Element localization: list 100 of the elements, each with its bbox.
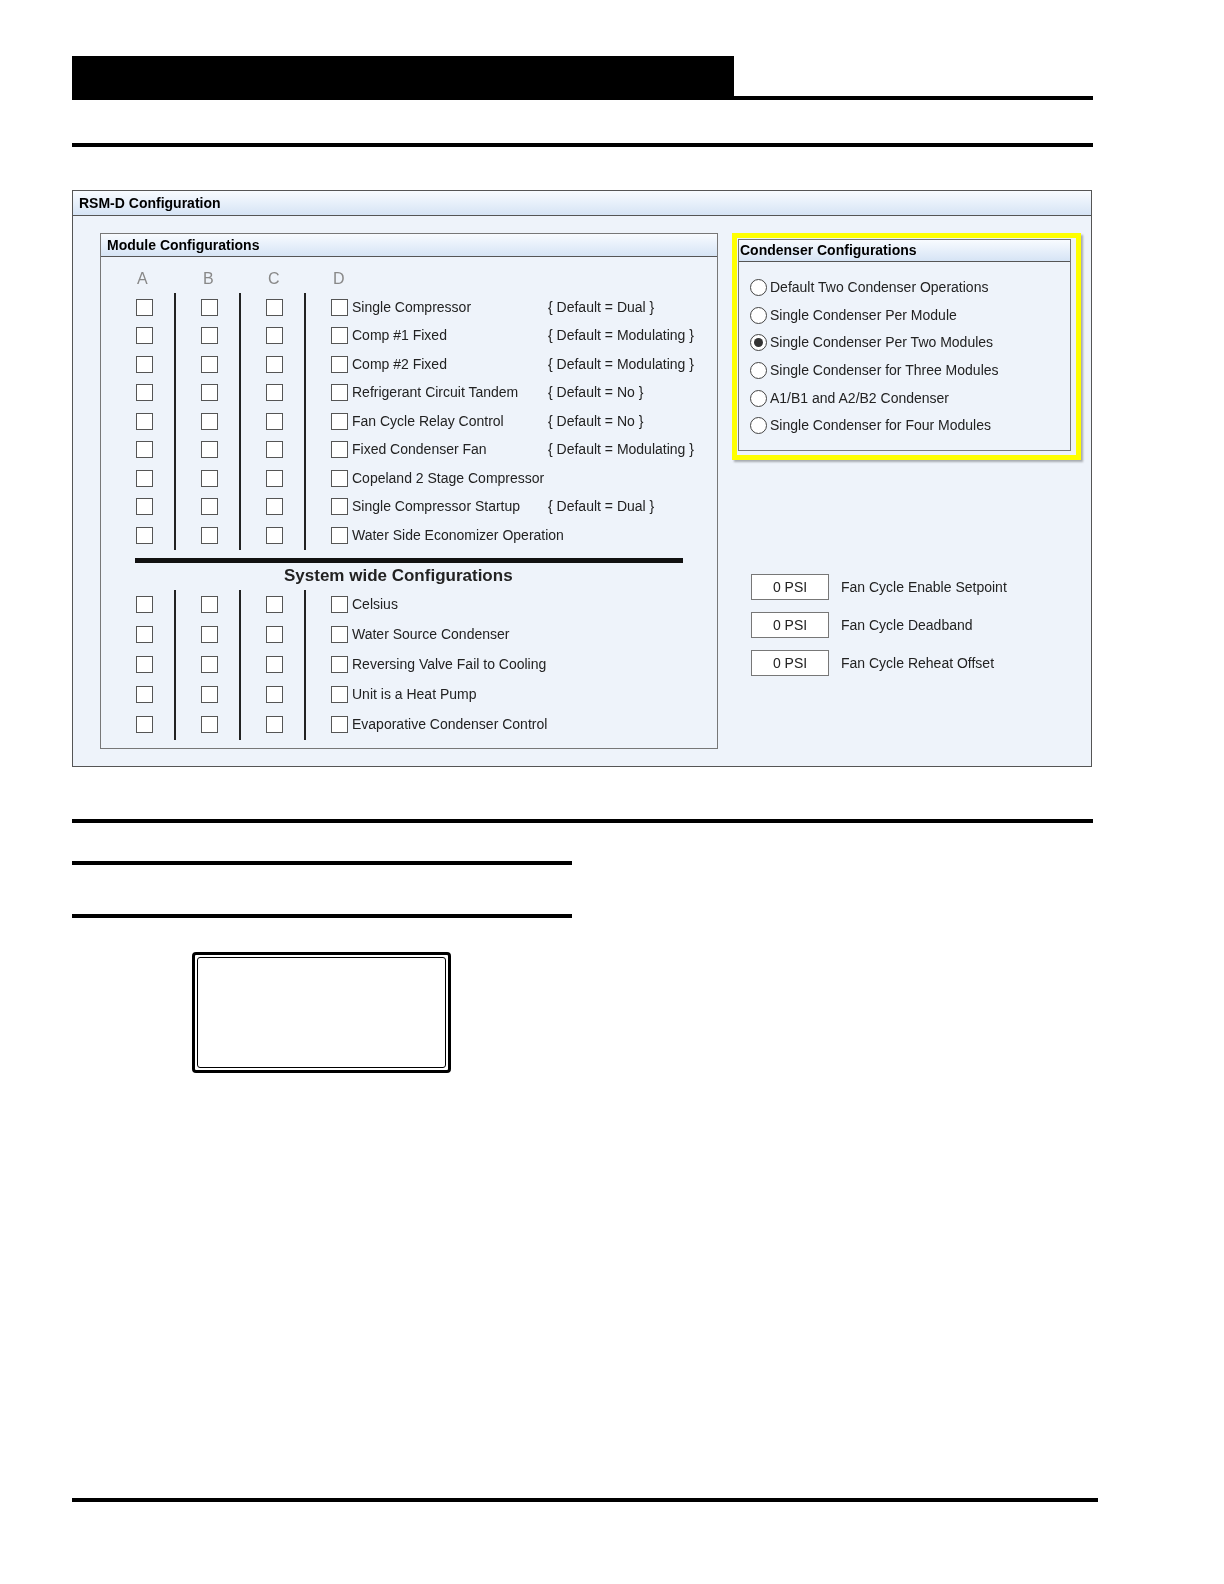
radio-button[interactable]	[750, 334, 767, 352]
default-note: { Default = Modulating }	[548, 326, 694, 346]
radio-option[interactable]: Single Condenser Per Module	[750, 301, 1070, 330]
panel-title: Condenser Configurations	[739, 240, 1070, 262]
checkbox[interactable]	[266, 656, 283, 673]
checkbox[interactable]	[201, 298, 218, 316]
checkbox[interactable]	[136, 716, 153, 733]
checkbox[interactable]	[331, 412, 348, 430]
option-label: Comp #2 Fixed	[352, 354, 448, 374]
checkbox[interactable]	[266, 384, 283, 402]
checkbox[interactable]	[136, 412, 153, 430]
option-label: Fan Cycle Relay Control	[352, 411, 505, 431]
option-label: Comp #1 Fixed	[352, 326, 448, 346]
checkbox[interactable]	[136, 498, 153, 516]
checkbox[interactable]	[136, 384, 153, 402]
checkbox[interactable]	[201, 716, 218, 733]
checkbox[interactable]	[201, 384, 218, 402]
checkbox[interactable]	[136, 441, 153, 459]
default-note: { Default = No }	[548, 411, 644, 431]
checkbox[interactable]	[136, 686, 153, 703]
checkbox[interactable]	[331, 656, 348, 673]
option-label: Evaporative Condenser Control	[352, 715, 548, 734]
checkbox[interactable]	[266, 526, 283, 544]
checkbox[interactable]	[331, 526, 348, 544]
radio-button[interactable]	[750, 389, 767, 407]
radio-option[interactable]: Single Condenser for Four Modules	[750, 411, 1070, 440]
radio-button[interactable]	[750, 279, 767, 297]
option-label: Water Source Condenser	[352, 625, 511, 644]
checkbox[interactable]	[136, 596, 153, 613]
checkbox[interactable]	[266, 327, 283, 345]
checkbox[interactable]	[331, 626, 348, 643]
checkbox[interactable]	[136, 327, 153, 345]
radio-option[interactable]: Single Condenser Per Two Modules	[750, 329, 1070, 357]
column-heading: A	[136, 269, 149, 289]
checkbox[interactable]	[266, 716, 283, 733]
option-label: Refrigerant Circuit Tandem	[352, 383, 520, 403]
checkbox[interactable]	[201, 327, 218, 345]
option-label: Single Compressor	[352, 297, 473, 317]
column-heading: C	[267, 269, 281, 289]
checkbox[interactable]	[331, 355, 348, 373]
checkbox[interactable]	[136, 298, 153, 316]
radio-button[interactable]	[750, 362, 767, 380]
radio-option[interactable]: A1/B1 and A2/B2 Condenser	[750, 384, 1070, 412]
checkbox[interactable]	[266, 596, 283, 613]
default-note: { Default = Modulating }	[548, 440, 694, 460]
checkbox[interactable]	[201, 441, 218, 459]
checkbox[interactable]	[136, 526, 153, 544]
checkbox[interactable]	[266, 355, 283, 373]
option-label: Single Compressor Startup	[352, 497, 522, 517]
checkbox[interactable]	[136, 626, 153, 643]
default-note: { Default = Modulating }	[548, 354, 694, 374]
radio-option[interactable]: Single Condenser for Three Modules	[750, 356, 1070, 385]
checkbox[interactable]	[266, 298, 283, 316]
checkbox[interactable]	[266, 441, 283, 459]
checkbox[interactable]	[201, 355, 218, 373]
setpoint-field[interactable]: 0 PSI	[751, 574, 829, 600]
column-heading: B	[202, 269, 215, 289]
checkbox[interactable]	[266, 686, 283, 703]
checkbox[interactable]	[331, 384, 348, 402]
checkbox[interactable]	[331, 686, 348, 703]
checkbox[interactable]	[331, 327, 348, 345]
option-label: Copeland 2 Stage Compressor	[352, 468, 545, 488]
column-heading: D	[332, 269, 346, 289]
checkbox[interactable]	[331, 596, 348, 613]
checkbox[interactable]	[201, 469, 218, 487]
checkbox[interactable]	[201, 596, 218, 613]
checkbox[interactable]	[201, 656, 218, 673]
radio-option[interactable]: Default Two Condenser Operations	[750, 274, 1070, 302]
section-title: System wide Configurations	[283, 565, 514, 588]
checkbox[interactable]	[201, 498, 218, 516]
checkbox[interactable]	[201, 412, 218, 430]
checkbox[interactable]	[136, 469, 153, 487]
option-label: Celsius	[352, 595, 399, 614]
option-label: Fixed Condenser Fan	[352, 440, 488, 460]
setpoint-label: Fan Cycle Reheat Offset	[841, 653, 995, 673]
default-note: { Default = Dual }	[548, 297, 655, 317]
checkbox[interactable]	[201, 686, 218, 703]
checkbox[interactable]	[331, 298, 348, 316]
checkbox[interactable]	[266, 498, 283, 516]
checkbox[interactable]	[136, 355, 153, 373]
checkbox[interactable]	[266, 626, 283, 643]
checkbox[interactable]	[201, 526, 218, 544]
radio-button[interactable]	[750, 306, 767, 324]
option-label: Water Side Economizer Operation	[352, 525, 564, 545]
checkbox[interactable]	[331, 469, 348, 487]
setpoint-field[interactable]: 0 PSI	[751, 612, 829, 638]
option-label: Reversing Valve Fail to Cooling	[352, 655, 547, 674]
checkbox[interactable]	[331, 716, 348, 733]
checkbox[interactable]	[266, 412, 283, 430]
panel-title: Module Configurations	[101, 234, 717, 257]
checkbox[interactable]	[266, 469, 283, 487]
checkbox[interactable]	[331, 498, 348, 516]
default-note: { Default = No }	[548, 383, 644, 403]
window-title: RSM-D Configuration	[73, 191, 1091, 216]
setpoint-field[interactable]: 0 PSI	[751, 650, 829, 676]
checkbox[interactable]	[136, 656, 153, 673]
setpoint-label: Fan Cycle Deadband	[841, 615, 973, 635]
radio-button[interactable]	[750, 417, 767, 435]
checkbox[interactable]	[201, 626, 218, 643]
checkbox[interactable]	[331, 441, 348, 459]
